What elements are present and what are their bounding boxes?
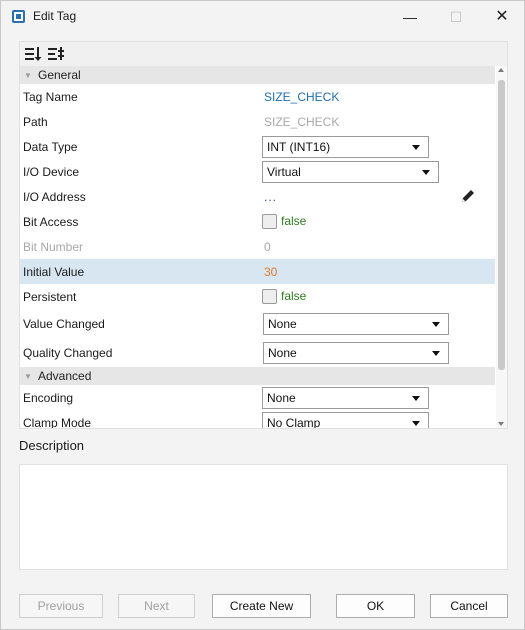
row-quality-changed[interactable]: Quality Changed None xyxy=(20,338,495,367)
dropdown-arrow-icon xyxy=(412,144,420,150)
io-device-selected: Virtual xyxy=(267,164,301,179)
property-grid: ▼ General Tag Name SIZE_CHECK Path SIZE_… xyxy=(19,41,508,429)
quality-changed-dropdown[interactable]: None xyxy=(263,341,449,364)
next-button: Next xyxy=(118,594,195,618)
window-title: Edit Tag xyxy=(33,9,77,23)
dropdown-arrow-icon xyxy=(422,169,430,175)
cancel-button[interactable]: Cancel xyxy=(430,594,508,618)
property-name: Encoding xyxy=(23,390,74,405)
previous-button: Previous xyxy=(19,594,103,618)
row-encoding[interactable]: Encoding None xyxy=(20,385,495,410)
path-value: SIZE_CHECK xyxy=(264,114,340,129)
create-new-button[interactable]: Create New xyxy=(212,594,311,618)
clamp-mode-dropdown[interactable]: No Clamp xyxy=(262,411,429,429)
row-bit-access[interactable]: Bit Access false xyxy=(20,209,495,234)
edit-tag-dialog: Edit Tag — ☐ ✕ ▼ General Tag Name SIZE_C… xyxy=(0,0,525,630)
checkbox-box[interactable] xyxy=(262,288,277,304)
dropdown-arrow-icon xyxy=(412,395,420,401)
property-name: Bit Access xyxy=(23,214,79,229)
io-device-dropdown[interactable]: Virtual xyxy=(262,160,439,183)
encoding-selected: None xyxy=(267,390,296,405)
initial-value-value[interactable]: 30 xyxy=(264,265,277,279)
property-name: Data Type xyxy=(23,139,78,154)
data-type-dropdown[interactable]: INT (INT16) xyxy=(262,135,429,158)
category-label: General xyxy=(38,68,81,82)
row-persistent[interactable]: Persistent false xyxy=(20,284,495,309)
dropdown-arrow-icon xyxy=(432,321,440,327)
property-name: I/O Device xyxy=(23,164,80,179)
checkbox-box[interactable] xyxy=(262,213,277,229)
category-label: Advanced xyxy=(38,369,92,383)
app-tag-icon xyxy=(12,10,25,23)
io-address-value[interactable]: ... xyxy=(264,190,277,204)
value-changed-dropdown[interactable]: None xyxy=(263,312,449,335)
property-name: Value Changed xyxy=(23,316,105,331)
property-name: Quality Changed xyxy=(23,345,113,360)
pencil-icon[interactable] xyxy=(460,188,476,204)
property-name: Path xyxy=(23,114,48,129)
vertical-scrollbar[interactable] xyxy=(496,66,507,428)
row-tag-name[interactable]: Tag Name SIZE_CHECK xyxy=(20,84,495,109)
row-io-device[interactable]: I/O Device Virtual xyxy=(20,159,495,184)
tag-name-value[interactable]: SIZE_CHECK xyxy=(264,90,339,104)
property-name: Initial Value xyxy=(23,264,85,279)
row-clamp-mode[interactable]: Clamp Mode No Clamp xyxy=(20,410,495,429)
description-field[interactable] xyxy=(19,464,508,570)
maximize-button: ☐ xyxy=(449,9,463,25)
row-bit-number: Bit Number 0 xyxy=(20,234,495,259)
property-name: Persistent xyxy=(23,289,77,304)
property-name: I/O Address xyxy=(23,189,86,204)
property-name: Tag Name xyxy=(23,89,78,104)
collapse-caret-icon[interactable]: ▼ xyxy=(24,368,32,386)
encoding-dropdown[interactable]: None xyxy=(262,386,429,409)
bit-access-value: false xyxy=(281,213,307,228)
category-advanced[interactable]: ▼ Advanced xyxy=(20,367,495,385)
scrollbar-thumb[interactable] xyxy=(498,80,505,370)
close-button[interactable]: ✕ xyxy=(479,1,525,33)
minimize-button[interactable]: — xyxy=(387,1,433,33)
ok-button[interactable]: OK xyxy=(336,594,415,618)
bit-number-value: 0 xyxy=(264,239,271,254)
property-grid-toolbar xyxy=(20,42,507,66)
property-rows: ▼ General Tag Name SIZE_CHECK Path SIZE_… xyxy=(20,66,495,429)
sort-categorized-icon[interactable] xyxy=(24,45,42,63)
row-value-changed[interactable]: Value Changed None xyxy=(20,309,495,338)
row-data-type[interactable]: Data Type INT (INT16) xyxy=(20,134,495,159)
category-general[interactable]: ▼ General xyxy=(20,66,495,84)
dropdown-arrow-icon xyxy=(412,420,420,426)
row-path[interactable]: Path SIZE_CHECK xyxy=(20,109,495,134)
row-io-address[interactable]: I/O Address ... xyxy=(20,184,495,209)
collapse-caret-icon[interactable]: ▼ xyxy=(24,67,32,85)
persistent-value: false xyxy=(281,288,307,303)
clamp-mode-selected: No Clamp xyxy=(267,415,321,429)
property-name: Clamp Mode xyxy=(23,415,92,429)
scroll-up-icon[interactable] xyxy=(498,68,504,72)
quality-changed-selected: None xyxy=(268,345,297,360)
value-changed-selected: None xyxy=(268,316,297,331)
data-type-selected: INT (INT16) xyxy=(267,139,331,154)
description-label: Description xyxy=(19,438,85,453)
sort-alphabetical-icon[interactable] xyxy=(47,45,65,63)
property-name: Bit Number xyxy=(23,239,84,254)
row-initial-value[interactable]: Initial Value 30 xyxy=(20,259,495,284)
dropdown-arrow-icon xyxy=(432,350,440,356)
scroll-down-icon[interactable] xyxy=(498,422,504,426)
title-bar[interactable]: Edit Tag — ☐ ✕ xyxy=(1,1,524,33)
